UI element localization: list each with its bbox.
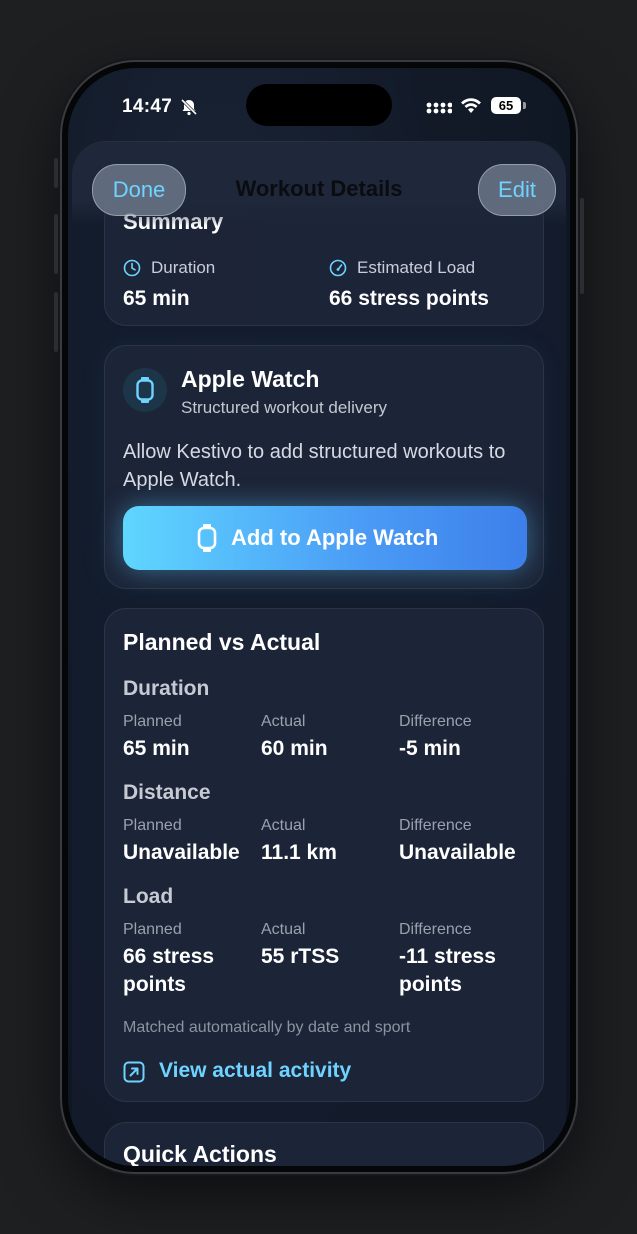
quick-actions-card: Quick Actions <box>104 1122 544 1166</box>
actual-label: Actual <box>261 817 306 834</box>
load-difference-value: -11 stress points <box>399 945 496 996</box>
clock-icon <box>123 259 141 277</box>
side-button <box>580 198 584 294</box>
external-link-icon <box>123 1061 145 1083</box>
apple-watch-title: Apple Watch <box>181 366 320 392</box>
planned-label: Planned <box>123 817 182 834</box>
planned-label: Planned <box>123 713 182 730</box>
duration-actual-value: 60 min <box>261 737 328 760</box>
estimated-load-value: 66 stress points <box>329 287 489 310</box>
planned-label: Planned <box>123 921 182 938</box>
duration-difference-value: -5 min <box>399 737 461 760</box>
screen: 14:47 65 Done Workout Details Edit Durat… <box>68 68 570 1166</box>
distance-section-title: Distance <box>123 781 211 804</box>
view-actual-activity-label: View actual activity <box>159 1059 352 1082</box>
difference-label: Difference <box>399 817 472 834</box>
apple-watch-card: Apple Watch Structured workout delivery … <box>104 345 544 589</box>
planned-vs-actual-title: Planned vs Actual <box>123 629 321 655</box>
watch-icon-badge <box>123 368 167 412</box>
difference-label: Difference <box>399 921 472 938</box>
volume-down-button <box>54 292 58 352</box>
watch-icon <box>136 377 154 403</box>
load-actual-value: 55 rTSS <box>261 945 340 968</box>
distance-planned-value: Unavailable <box>123 841 240 864</box>
phone-frame: 14:47 65 Done Workout Details Edit Durat… <box>54 62 584 1172</box>
load-planned-value: 66 stress points <box>123 945 215 996</box>
actual-label: Actual <box>261 713 306 730</box>
wifi-icon <box>461 98 481 113</box>
workout-details-sheet: Done Workout Details Edit Summary Durati… <box>72 142 566 1166</box>
battery-level: 65 <box>491 97 521 114</box>
watch-icon <box>197 524 217 552</box>
estimated-load-label: Estimated Load <box>357 258 476 277</box>
duration-planned-value: 65 min <box>123 737 190 760</box>
duration-value: 65 min <box>123 287 190 310</box>
navigation-bar: Done Workout Details Edit <box>72 142 566 226</box>
add-to-apple-watch-button[interactable]: Add to Apple Watch <box>123 506 527 570</box>
difference-label: Difference <box>399 713 472 730</box>
duration-section-title: Duration <box>123 677 210 700</box>
load-section-title: Load <box>123 885 174 908</box>
distance-difference-value: Unavailable <box>399 841 516 864</box>
volume-up-button <box>54 214 58 274</box>
cellular-signal-icon <box>426 102 452 114</box>
action-button <box>54 158 58 188</box>
planned-vs-actual-card: Planned vs Actual Duration Planned Actua… <box>104 608 544 1102</box>
gauge-icon <box>329 259 347 277</box>
status-time: 14:47 <box>122 96 173 117</box>
battery-nub <box>523 102 526 109</box>
actual-label: Actual <box>261 921 306 938</box>
quick-actions-title: Quick Actions <box>123 1141 277 1166</box>
apple-watch-subtitle: Structured workout delivery <box>181 398 387 417</box>
bell-slash-icon <box>180 98 198 116</box>
duration-label: Duration <box>151 258 216 277</box>
edit-button[interactable]: Edit <box>478 164 556 216</box>
add-to-apple-watch-label: Add to Apple Watch <box>231 525 439 550</box>
dynamic-island <box>246 84 392 126</box>
match-note: Matched automatically by date and sport <box>123 1019 411 1036</box>
apple-watch-description: Allow Kestivo to add structured workouts… <box>123 441 506 491</box>
distance-actual-value: 11.1 km <box>261 841 337 864</box>
